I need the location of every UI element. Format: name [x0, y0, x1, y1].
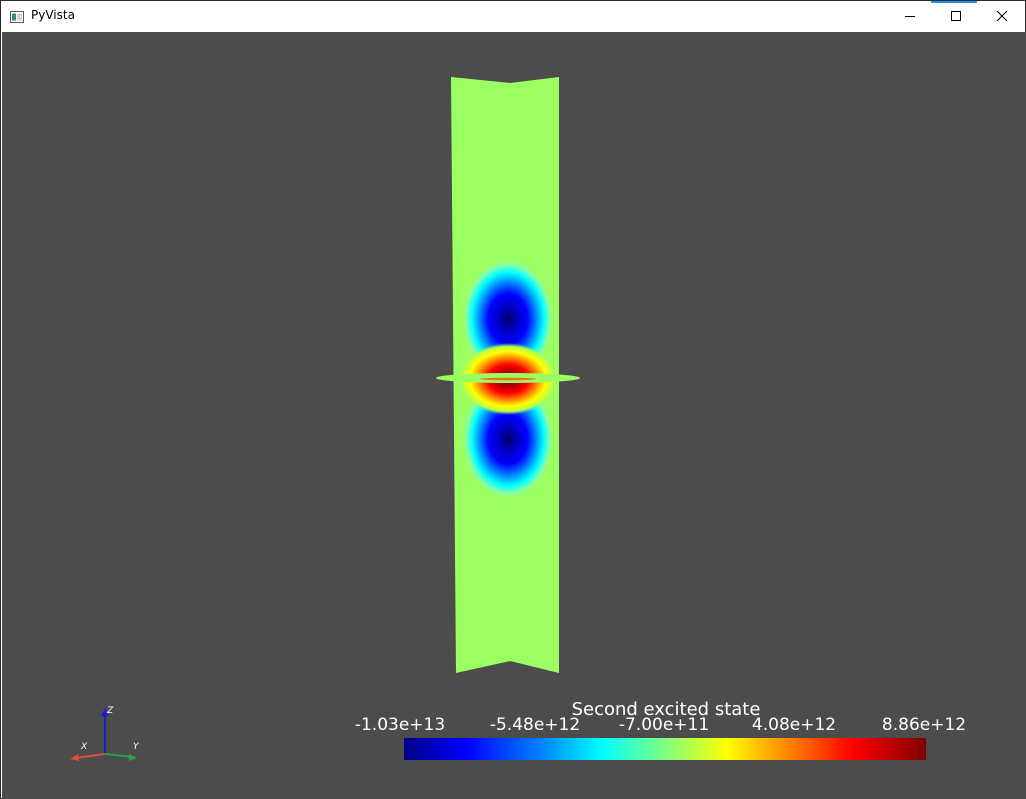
- pyvista-window: PyVista Z X Y Second excited state -1.03…: [0, 0, 1026, 799]
- scalar-bar-tick: -7.00e+11: [618, 715, 710, 735]
- maximize-icon: [951, 11, 961, 21]
- x-axis-label: X: [81, 742, 88, 752]
- y-axis-label: Y: [133, 742, 139, 752]
- scalar-bar-tick: -1.03e+13: [354, 715, 446, 735]
- scalar-bar-colormap: [404, 738, 926, 760]
- scalar-bar-tick: -5.48e+12: [489, 715, 581, 735]
- close-icon: [996, 10, 1008, 22]
- scalar-bar-tick: 8.86e+12: [881, 715, 967, 735]
- close-button[interactable]: [979, 1, 1025, 31]
- window-title: PyVista: [31, 8, 75, 22]
- maximize-button[interactable]: [933, 1, 979, 31]
- scalar-bar-tick: 4.08e+12: [751, 715, 837, 735]
- scene-3d[interactable]: [2, 32, 1026, 799]
- orientation-axes-widget: Z X Y: [66, 704, 146, 768]
- pyvista-app-icon: [10, 9, 24, 23]
- minimize-icon: [905, 16, 915, 17]
- title-bar[interactable]: PyVista: [1, 1, 1025, 31]
- z-axis-label: Z: [107, 706, 114, 716]
- disc-intersection-line: [480, 377, 536, 381]
- render-viewport[interactable]: Z X Y Second excited state -1.03e+13 -5.…: [2, 32, 1026, 799]
- minimize-button[interactable]: [887, 1, 933, 31]
